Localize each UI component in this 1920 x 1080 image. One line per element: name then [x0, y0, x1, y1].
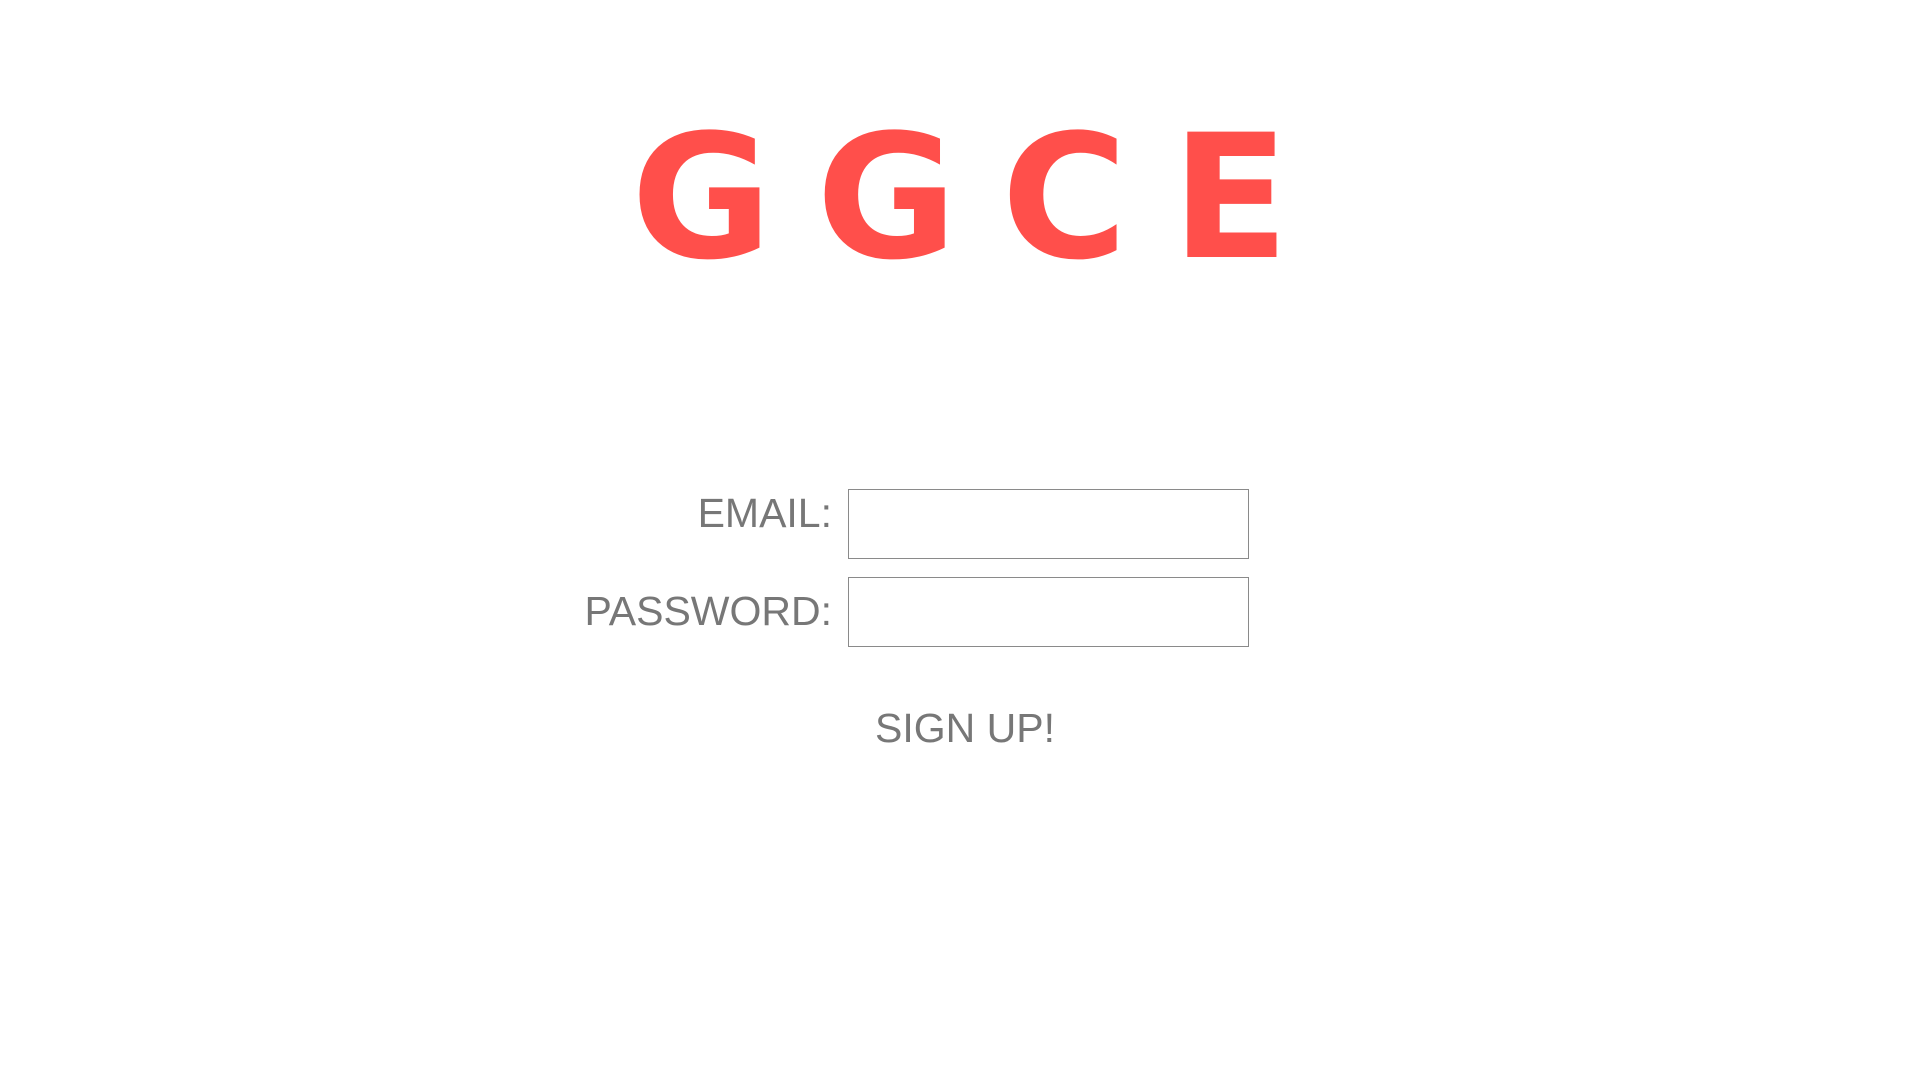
sign-up-button[interactable]: SIGN UP!	[860, 700, 1070, 756]
signup-form: EMAIL: PASSWORD: SIGN UP!	[0, 0, 1920, 1080]
password-field[interactable]	[848, 577, 1249, 647]
email-field[interactable]	[848, 489, 1249, 559]
password-label: PASSWORD:	[584, 588, 832, 634]
signup-page: GGCE EMAIL: PASSWORD: SIGN UP!	[0, 0, 1920, 1080]
email-label: EMAIL:	[697, 490, 832, 536]
